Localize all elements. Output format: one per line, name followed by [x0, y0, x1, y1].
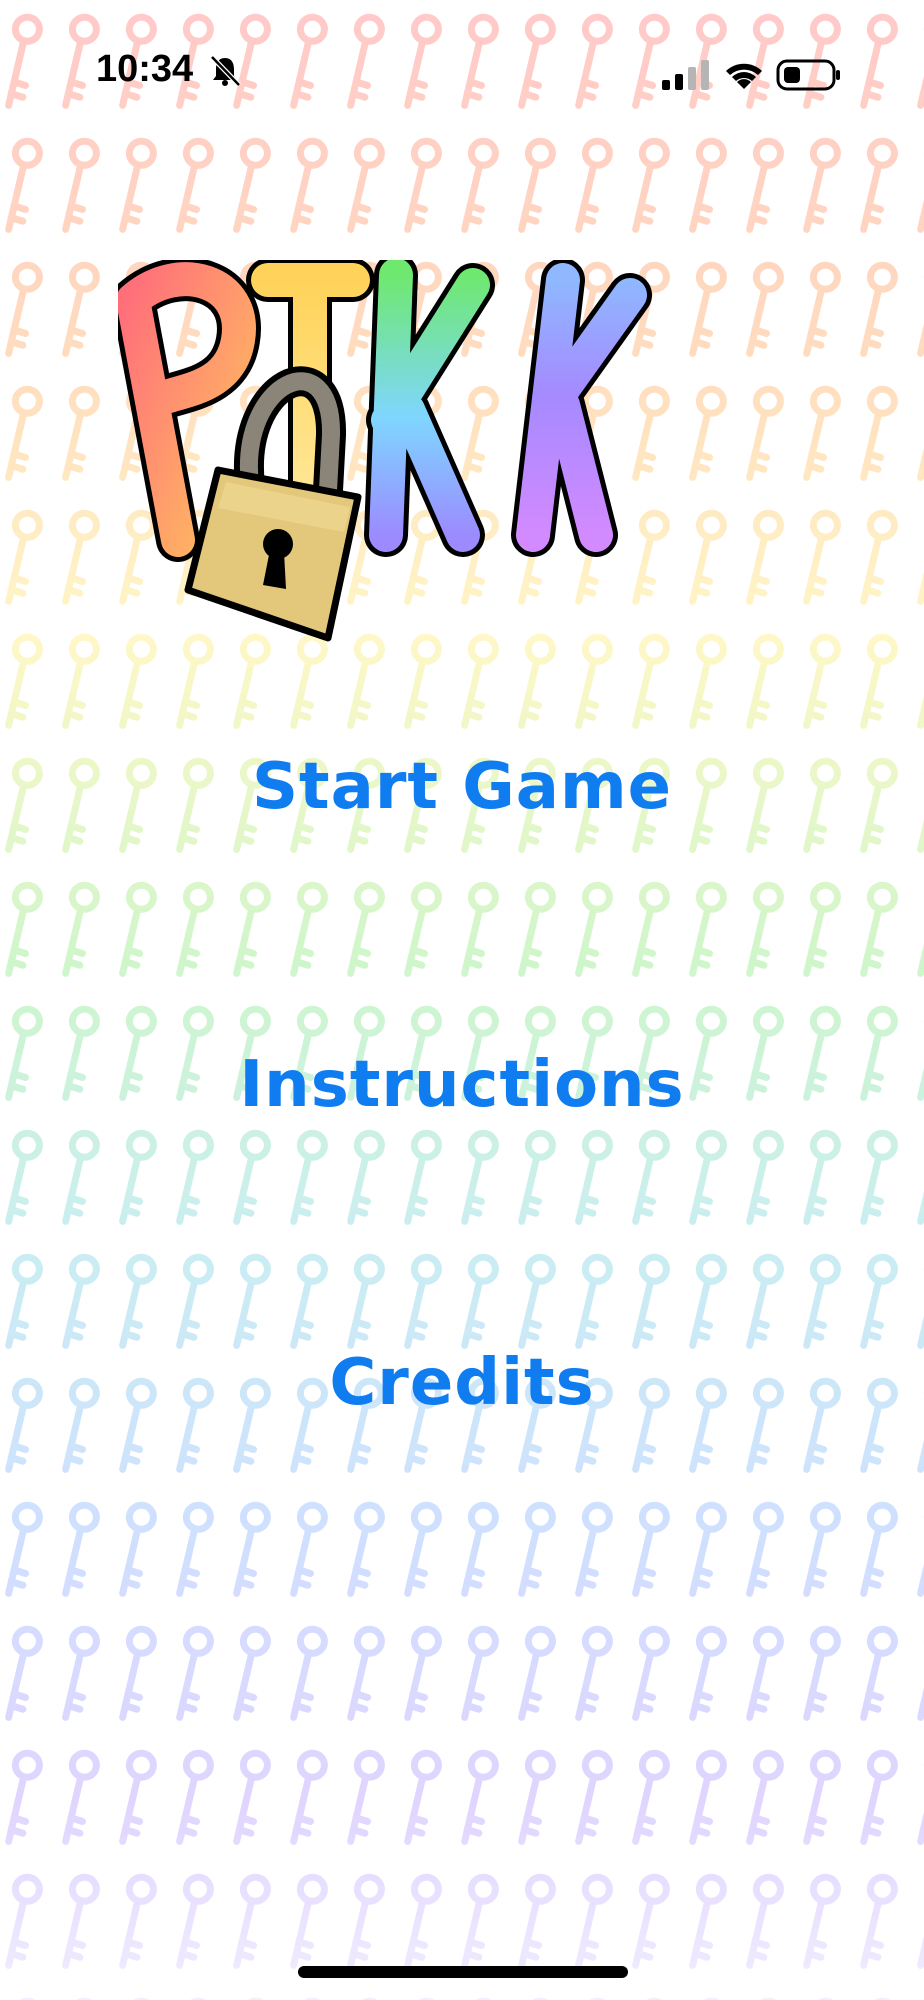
instructions-button[interactable]: Instructions: [0, 1048, 924, 1122]
start-game-button[interactable]: Start Game: [0, 750, 924, 824]
wifi-icon: [726, 63, 762, 89]
status-time: 10:34: [96, 48, 194, 90]
battery-icon: [776, 59, 840, 91]
home-indicator: [298, 1966, 628, 1978]
padlock-icon: [184, 366, 362, 642]
status-bar: 10:34: [0, 0, 924, 150]
bell-slash-icon: [210, 55, 241, 87]
cellular-signal-icon: [662, 60, 709, 90]
pikk-logo: [118, 260, 652, 642]
credits-button[interactable]: Credits: [0, 1346, 924, 1420]
